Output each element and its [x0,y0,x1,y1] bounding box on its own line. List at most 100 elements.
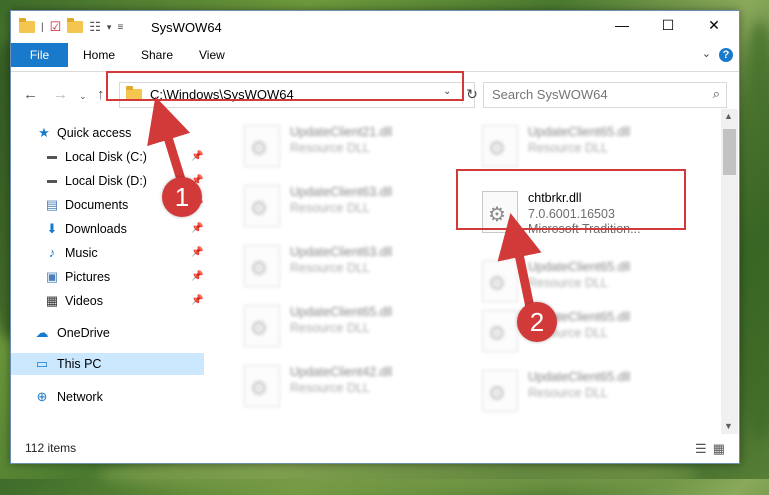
sidebar-item-onedrive[interactable]: ☁ OneDrive [11,322,207,344]
sidebar-item-label: Network [57,390,103,404]
music-icon: ♪ [48,245,56,260]
quick-access-toolbar: | ☑ ☷ ▾ ≡ [19,18,123,35]
file-list: ⚙ UpdateClient21.dll Resource DLL ⚙ Upda… [216,109,721,434]
sidebar-item-music[interactable]: ♪ Music 📌 [11,242,207,264]
sidebar-item-quick-access[interactable]: ★ Quick access [11,122,207,144]
help-icon[interactable]: ? [719,48,733,62]
search-input[interactable] [492,87,692,102]
toolbar-menu-icon[interactable]: ≡ [117,22,123,33]
forward-arrow-icon[interactable]: → [53,86,68,103]
maximize-button[interactable]: ☐ [645,11,691,41]
ribbon-tabs: File Home Share View ⌄ ? [11,43,739,72]
pin-icon[interactable]: 📌 [191,290,203,312]
file-description: Resource DLL [290,261,370,275]
file-name: UpdateClient63.dll [290,185,393,199]
folder-icon[interactable] [19,18,35,33]
network-icon: ⊕ [36,389,48,404]
list-item[interactable]: ⚙ UpdateClient42.dll Resource DLL [232,359,452,409]
star-icon: ★ [38,125,50,140]
file-description: Resource DLL [528,276,608,290]
drive-icon: ▬ [47,151,57,162]
file-name: UpdateClient65.dll [528,260,631,274]
sidebar-item-label: Music [65,246,98,260]
chevron-down-icon[interactable]: ▾ [107,22,112,33]
sidebar-item-downloads[interactable]: ⬇ Downloads 📌 [11,218,207,240]
list-item[interactable]: ⚙ UpdateClient65.dll Resource DLL [470,119,690,169]
properties-icon[interactable]: ☑ [50,19,62,35]
list-item[interactable]: ⚙ UpdateClient21.dll Resource DLL [232,119,452,169]
large-icons-view-icon[interactable]: ▦ [713,441,731,456]
sidebar-item-label: Downloads [65,222,127,236]
details-view-icon[interactable]: ☰ [695,441,713,456]
sidebar-item-label: Pictures [65,270,111,284]
sidebar-item-label: Local Disk (C:) [65,150,147,164]
dll-file-icon: ⚙ [482,260,518,302]
list-item[interactable]: ⚙ UpdateClient65.dll Resource DLL [470,364,690,414]
download-icon: ⬇ [46,221,58,236]
dll-file-icon: ⚙ [244,185,280,227]
up-arrow-icon[interactable]: ↑ [97,86,105,103]
drive-icon: ▬ [47,175,57,186]
tab-home[interactable]: Home [83,43,115,67]
pin-icon[interactable]: 📌 [191,242,203,264]
dll-file-icon: ⚙ [244,365,280,407]
tab-view[interactable]: View [199,43,225,67]
pin-icon[interactable]: 📌 [191,266,203,288]
file-description: Resource DLL [290,201,370,215]
sidebar-item-this-pc[interactable]: ▭ This PC [11,353,204,375]
dll-file-icon: ⚙ [244,245,280,287]
sidebar-item-local-disk-c[interactable]: ▬ Local Disk (C:) 📌 [11,146,207,168]
customize-toolbar-icon[interactable]: ☷ [89,19,101,35]
dll-file-icon: ⚙ [244,305,280,347]
picture-icon: ▣ [45,269,59,284]
tab-file[interactable]: File [11,43,68,67]
list-item[interactable]: ⚙ UpdateClient65.dll Resource DLL [470,304,690,354]
sidebar-item-label: Local Disk (D:) [65,174,147,188]
file-description: Resource DLL [528,386,608,400]
file-name: UpdateClient63.dll [290,245,393,259]
sidebar-item-label: Videos [65,294,103,308]
gear-icon: ⚙ [488,273,506,295]
scroll-down-icon[interactable]: ▼ [724,421,733,431]
item-count: 112 items [25,441,77,455]
file-description: Resource DLL [290,321,370,335]
address-highlight-box [106,71,464,101]
title-bar: | ☑ ☷ ▾ ≡ SysWOW64 — ☐ ✕ [11,11,739,43]
scrollbar-thumb[interactable] [723,129,736,175]
list-item[interactable]: ⚙ UpdateClient65.dll Resource DLL [232,299,452,349]
file-name: UpdateClient21.dll [290,125,393,139]
list-item[interactable]: ⚙ UpdateClient65.dll Resource DLL [470,254,690,304]
refresh-icon[interactable]: ↻ [462,84,481,104]
minimize-button[interactable]: — [599,11,645,41]
vertical-scrollbar[interactable]: ▲ ▼ [721,109,738,434]
window-title: SysWOW64 [151,20,222,35]
recent-locations-icon[interactable]: ⌄ [79,91,87,102]
tab-share[interactable]: Share [141,43,173,67]
list-item[interactable]: ⚙ UpdateClient63.dll Resource DLL [232,179,452,229]
chevron-down-icon[interactable]: ⌄ [702,47,711,60]
dll-file-icon: ⚙ [482,310,518,352]
gear-icon: ⚙ [250,138,268,160]
file-description: Resource DLL [290,381,370,395]
gear-icon: ⚙ [250,198,268,220]
dll-file-icon: ⚙ [482,370,518,412]
status-bar: 112 items ☰▦ [11,435,739,463]
pin-icon[interactable]: 📌 [191,146,203,168]
sidebar-item-videos[interactable]: ▦ Videos 📌 [11,290,207,312]
file-name: UpdateClient65.dll [528,370,631,384]
dll-file-icon: ⚙ [244,125,280,167]
pin-icon[interactable]: 📌 [191,218,203,240]
file-description: Resource DLL [290,141,370,155]
sidebar-item-pictures[interactable]: ▣ Pictures 📌 [11,266,207,288]
sidebar-item-label: OneDrive [57,326,110,340]
list-item[interactable]: ⚙ UpdateClient63.dll Resource DLL [232,239,452,289]
new-folder-icon[interactable] [67,18,84,33]
search-icon[interactable]: ⌕ [713,86,720,102]
scroll-up-icon[interactable]: ▲ [724,111,733,121]
search-box[interactable]: ⌕ [483,82,727,108]
sidebar-item-label: Quick access [57,126,132,140]
cloud-icon: ☁ [35,325,49,340]
sidebar-item-network[interactable]: ⊕ Network [11,386,207,408]
back-arrow-icon[interactable]: ← [23,86,38,103]
close-button[interactable]: ✕ [691,11,737,41]
